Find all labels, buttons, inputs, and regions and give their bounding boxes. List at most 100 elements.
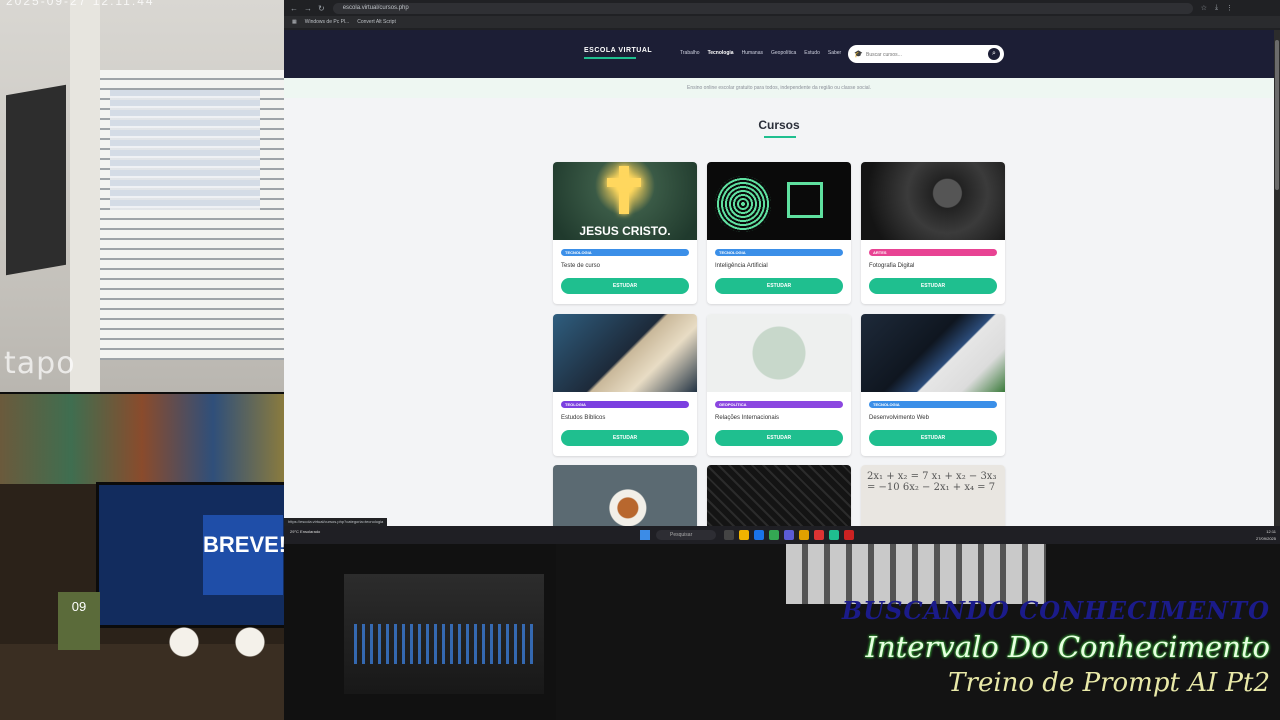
window-shutter (100, 70, 284, 360)
page-viewport: ESCOLA VIRTUAL Trabalho Tecnologia Human… (284, 30, 1274, 526)
menu-item-active[interactable]: Tecnologia (708, 50, 734, 56)
course-card[interactable]: JESUS CRISTO. TECNOLOGIA Teste de curso … (553, 162, 697, 304)
study-button[interactable]: ESTUDAR (869, 430, 997, 446)
course-image (861, 314, 1005, 392)
download-icon[interactable]: ⤓ (1215, 4, 1218, 12)
camera-feed-room: BUSCANDO CONHECIMENTO Intervalo Do Conhe… (556, 544, 1280, 720)
course-image (707, 314, 851, 392)
search-input[interactable] (864, 48, 988, 62)
file-explorer-icon[interactable] (739, 530, 749, 540)
monitor-banner: BREVE! (203, 515, 284, 595)
course-title: Desenvolvimento Web (869, 415, 929, 421)
taskbar-search[interactable]: Pesquisar (656, 530, 716, 540)
study-button[interactable]: ESTUDAR (561, 430, 689, 446)
course-image: JESUS CRISTO. (553, 162, 697, 240)
app-icon[interactable] (784, 530, 794, 540)
site-logo[interactable]: ESCOLA VIRTUAL (584, 47, 652, 59)
back-icon[interactable]: ← (290, 4, 298, 13)
page-scrollbar[interactable] (1274, 30, 1280, 526)
task-view-icon[interactable] (724, 530, 734, 540)
overlay-caption: Treino de Prompt AI Pt2 (948, 668, 1270, 698)
star-icon[interactable]: ☆ (1201, 4, 1207, 12)
browser-toolbar: ← → ↻ escola.virtual/cursos.php ☆ ⤓ ⋮ (284, 0, 1280, 16)
room-windows (786, 544, 1046, 604)
course-image (861, 162, 1005, 240)
course-category-badge: TECNOLOGIA (715, 249, 843, 256)
wall-post (70, 0, 100, 392)
app-icon[interactable] (799, 530, 809, 540)
system-clock[interactable]: 12:11 27/09/2025 (1256, 528, 1276, 542)
course-title: Inteligência Artificial (715, 263, 768, 269)
menu-item[interactable]: Trabalho (680, 50, 700, 56)
course-title: Teste de curso (561, 263, 601, 269)
study-button[interactable]: ESTUDAR (715, 430, 843, 446)
course-category-badge: TEOLOGIA (561, 401, 689, 408)
camera-watermark: tapo (4, 346, 76, 381)
status-url: https://escola.virtual/cursos.php?catego… (284, 518, 388, 526)
camera-feed-desk: BREVE! 09 (0, 394, 284, 720)
desk-calendar: 09 (58, 592, 100, 650)
course-title: Estudos Bíblicos (561, 415, 606, 421)
edge-icon[interactable] (754, 530, 764, 540)
course-image (553, 465, 697, 526)
app-icon[interactable] (829, 530, 839, 540)
forward-icon[interactable]: → (304, 4, 312, 13)
address-bar[interactable]: escola.virtual/cursos.php (332, 2, 1193, 14)
windows-taskbar: 29°C Ensolarado Pesquisar 12:11 27/09/20… (284, 526, 1280, 544)
desk-monitor: BREVE! (96, 482, 284, 628)
bottles (162, 612, 272, 662)
course-card[interactable]: TEOLOGIA Estudos Bíblicos ESTUDAR (553, 314, 697, 456)
main-menu: Trabalho Tecnologia Humanas Geopolítica … (680, 50, 841, 56)
course-category-badge: TECNOLOGIA (869, 401, 997, 408)
weather-widget[interactable]: 29°C Ensolarado (290, 529, 320, 535)
course-card[interactable] (707, 465, 851, 526)
course-category-badge: TECNOLOGIA (561, 249, 689, 256)
bookmark-item[interactable]: Convert Alt Script (357, 19, 396, 25)
course-category-badge: ARTES (869, 249, 997, 256)
menu-icon[interactable]: ⋮ (1226, 4, 1233, 12)
course-image (707, 465, 851, 526)
course-card[interactable]: 2x₁ + x₂ = 7 x₁ + x₂ − 3x₃ = −10 6x₂ − 2… (861, 465, 1005, 526)
obs-icon[interactable] (844, 530, 854, 540)
course-card[interactable]: ARTES Fotografia Digital ESTUDAR (861, 162, 1005, 304)
reload-icon[interactable]: ↻ (318, 4, 325, 13)
search-box: 🎓 ⌕ (848, 45, 1004, 63)
bookmarks-bar: ▦ Windows de Pc Pl... Convert Alt Script (284, 16, 1280, 28)
course-title: Relações Internacionais (715, 415, 780, 421)
apps-icon[interactable]: ▦ (292, 19, 297, 25)
course-image (553, 314, 697, 392)
browser-window: ← → ↻ escola.virtual/cursos.php ☆ ⤓ ⋮ ▦ … (284, 0, 1280, 544)
course-image: 2x₁ + x₂ = 7 x₁ + x₂ − 3x₃ = −10 6x₂ − 2… (861, 465, 1005, 526)
course-card[interactable]: TECNOLOGIA Desenvolvimento Web ESTUDAR (861, 314, 1005, 456)
menu-item[interactable]: Saber (828, 50, 841, 56)
audio-mixer (344, 574, 544, 694)
camera-timestamp: 2025-09-27 12:11:44 (6, 0, 155, 8)
study-button[interactable]: ESTUDAR (869, 278, 997, 294)
site-header: ESCOLA VIRTUAL Trabalho Tecnologia Human… (284, 30, 1274, 78)
wall-frame (6, 84, 66, 276)
study-button[interactable]: ESTUDAR (715, 278, 843, 294)
overlay-subtitle: Intervalo Do Conhecimento (865, 630, 1271, 664)
study-button[interactable]: ESTUDAR (561, 278, 689, 294)
graduation-cap-icon: 🎓 (854, 51, 863, 58)
windows-start-icon[interactable] (640, 530, 650, 540)
course-card[interactable]: TECNOLOGIA Inteligência Artificial ESTUD… (707, 162, 851, 304)
camera-feed-window: 2025-09-27 12:11:44 tapo (0, 0, 284, 392)
menu-item[interactable]: Estudo (804, 50, 820, 56)
camera-feed-mixer (284, 544, 556, 720)
bookmark-item[interactable]: Windows de Pc Pl... (305, 19, 349, 25)
course-card[interactable]: GEOPOLÍTICA Relações Internacionais ESTU… (707, 314, 851, 456)
chrome-icon[interactable] (769, 530, 779, 540)
menu-item[interactable]: Geopolítica (771, 50, 796, 56)
search-icon[interactable]: ⌕ (988, 48, 1000, 60)
course-card[interactable] (553, 465, 697, 526)
clock-time: 12:11 (1266, 529, 1276, 534)
shelf (0, 394, 284, 484)
app-icon[interactable] (814, 530, 824, 540)
overlay-title: BUSCANDO CONHECIMENTO (841, 596, 1270, 625)
clock-date: 27/09/2025 (1255, 536, 1276, 541)
section-title: Cursos (758, 118, 800, 132)
menu-item[interactable]: Humanas (742, 50, 763, 56)
course-title: Fotografia Digital (869, 263, 915, 269)
course-category-badge: GEOPOLÍTICA (715, 401, 843, 408)
